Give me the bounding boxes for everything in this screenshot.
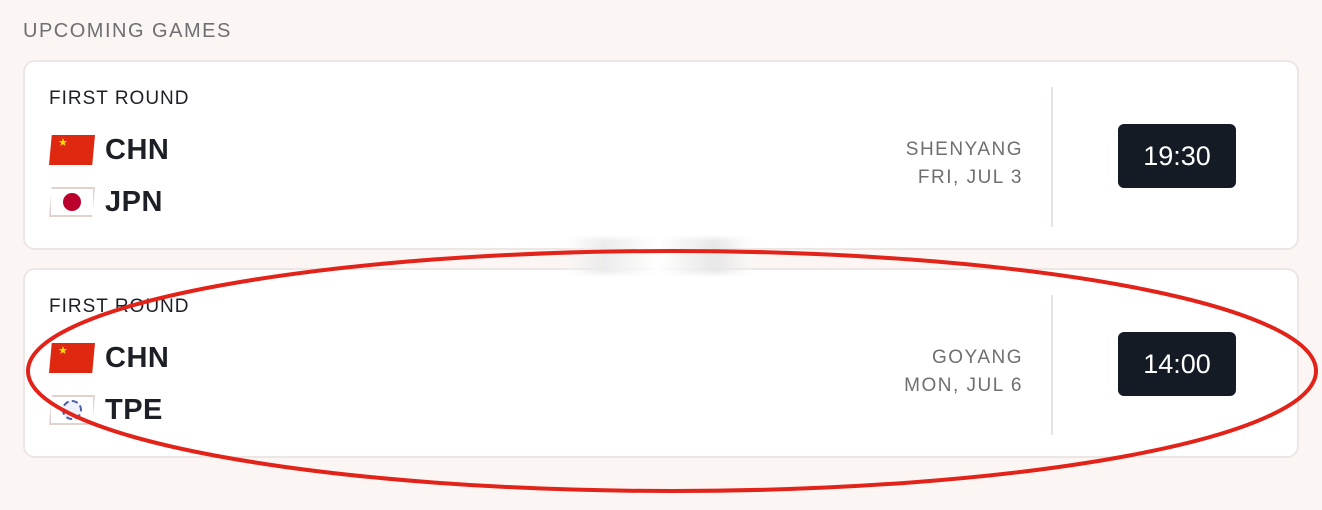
section-title: UPCOMING GAMES [23, 20, 232, 42]
team-row: CHN [49, 132, 169, 168]
blurred-overlay [566, 238, 752, 274]
game-card[interactable]: FIRST ROUND CHN JPN SHENYANG FRI, JUL 3 … [23, 60, 1299, 250]
game-date: MON, JUL 6 [904, 375, 1023, 396]
team-code: CHN [105, 133, 170, 166]
team-row: CHN [49, 340, 169, 376]
round-label: FIRST ROUND [49, 296, 190, 317]
chinese-taipei-flag-icon [49, 395, 95, 425]
venue-info: SHENYANG FRI, JUL 3 [906, 136, 1023, 192]
china-flag-icon [49, 343, 95, 373]
game-time-button[interactable]: 14:00 [1118, 332, 1236, 396]
game-date: FRI, JUL 3 [917, 167, 1023, 188]
china-flag-icon [49, 135, 95, 165]
team-code: TPE [105, 393, 163, 426]
round-label: FIRST ROUND [49, 88, 190, 109]
team-row: JPN [49, 184, 163, 220]
game-time-button[interactable]: 19:30 [1118, 124, 1236, 188]
venue-city: SHENYANG [905, 139, 1023, 160]
venue-info: GOYANG MON, JUL 6 [904, 344, 1023, 400]
team-code: CHN [105, 341, 170, 374]
divider [1051, 295, 1053, 435]
team-row: TPE [49, 392, 163, 428]
team-code: JPN [105, 185, 163, 218]
japan-flag-icon [49, 187, 95, 217]
game-card[interactable]: FIRST ROUND CHN TPE GOYANG MON, JUL 6 14… [23, 268, 1299, 458]
venue-city: GOYANG [932, 347, 1023, 368]
divider [1051, 87, 1053, 227]
